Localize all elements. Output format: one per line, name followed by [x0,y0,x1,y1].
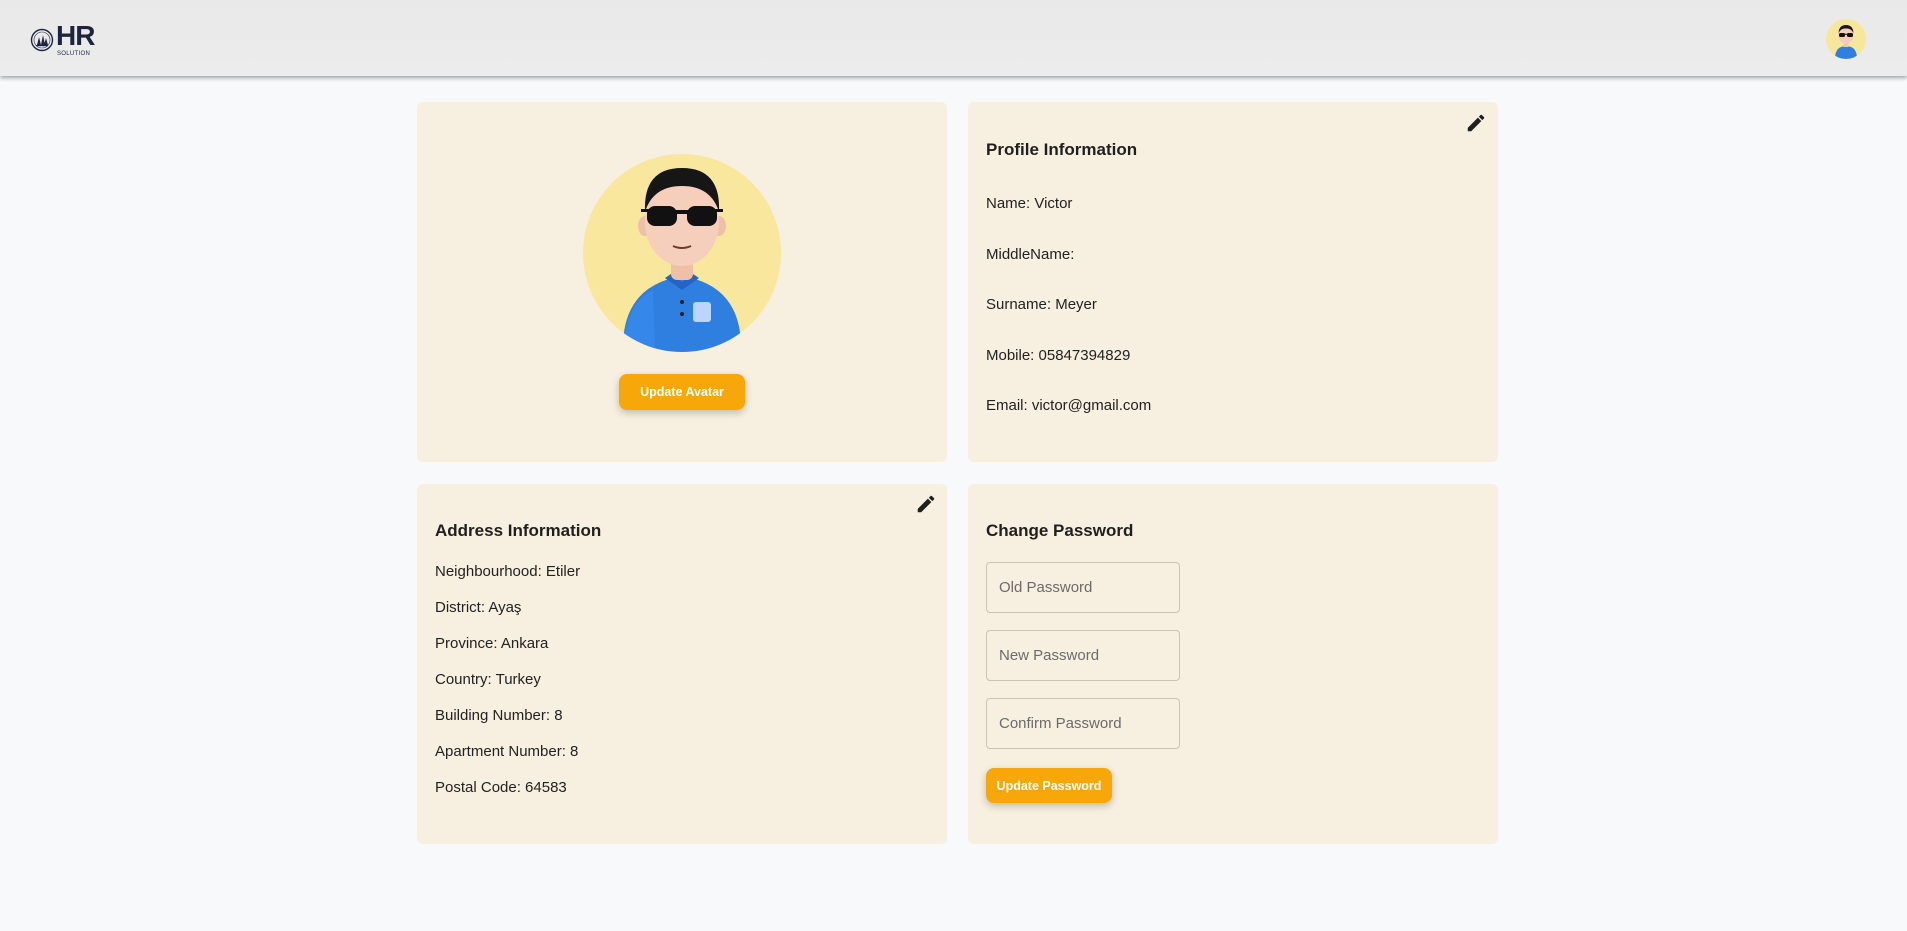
edit-icon[interactable] [915,493,937,515]
user-avatar-icon[interactable] [1826,19,1866,59]
logo-icon [30,25,54,55]
profile-middle-name: MiddleName: [986,246,1075,263]
address-information-card: Address Information Neighbourhood: Etile… [417,484,947,844]
old-password-input[interactable] [986,562,1180,613]
address-apartment-number: Apartment Number: 8 [435,743,579,760]
address-district: District: Ayaş [435,599,522,616]
address-building-number: Building Number: 8 [435,707,563,724]
logo-subtext: SOLUTION [57,51,91,57]
profile-avatar-image [583,154,781,352]
address-postal-code: Postal Code: 64583 [435,779,567,796]
profile-name: Name: Victor [986,195,1073,212]
change-password-card: Change Password Update Password [968,484,1498,844]
profile-information-title: Profile Information [986,140,1138,159]
logo-text: HR [56,20,95,51]
change-password-title: Change Password [986,521,1134,540]
address-neighbourhood: Neighbourhood: Etiler [435,563,581,580]
profile-information-card: Profile Information Name: Victor MiddleN… [968,102,1498,462]
new-password-input[interactable] [986,630,1180,681]
confirm-password-input[interactable] [986,698,1180,749]
update-password-button[interactable]: Update Password [986,768,1112,803]
update-avatar-button[interactable]: Update Avatar [619,374,745,410]
profile-surname: Surname: Meyer [986,296,1097,313]
address-province: Province: Ankara [435,635,549,652]
logo[interactable]: HR SOLUTION [30,20,95,57]
profile-mobile: Mobile: 05847394829 [986,347,1131,364]
profile-email: Email: victor@gmail.com [986,397,1152,414]
address-information-title: Address Information [435,521,602,540]
edit-icon[interactable] [1465,112,1487,134]
avatar-card: Update Avatar [417,102,947,462]
top-bar: HR SOLUTION [0,0,1907,76]
address-country: Country: Turkey [435,671,541,688]
